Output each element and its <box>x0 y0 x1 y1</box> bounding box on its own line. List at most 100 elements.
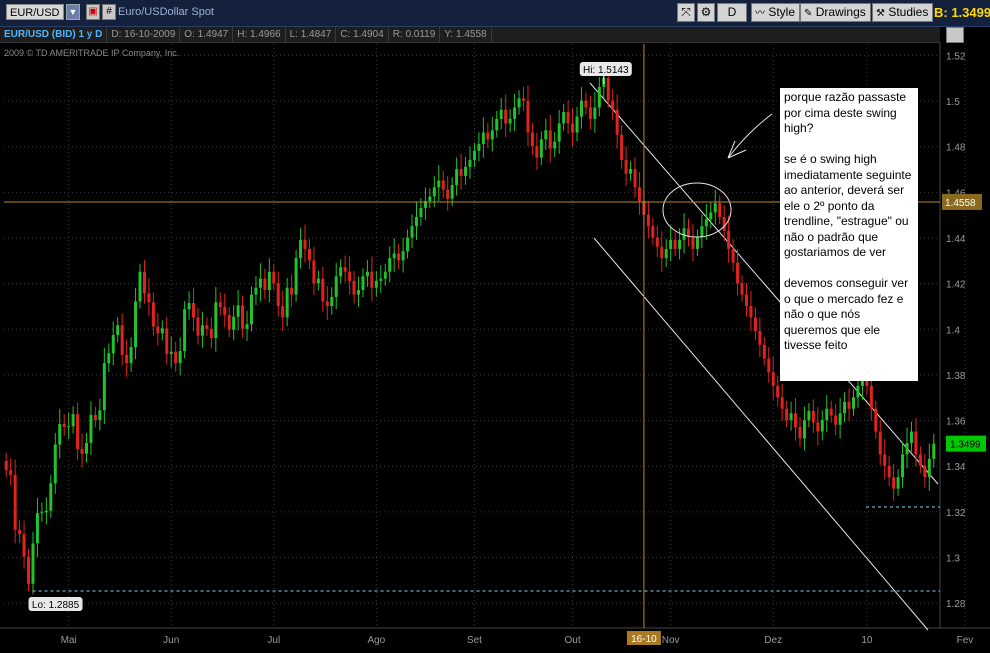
flag-icon[interactable]: ▣ <box>86 4 100 20</box>
candle-body <box>281 306 285 318</box>
candle <box>129 337 133 372</box>
candle-body <box>49 483 53 511</box>
symbol-input[interactable]: EUR/USD <box>6 4 64 20</box>
candle <box>125 339 129 377</box>
candle <box>294 250 298 302</box>
candle-body <box>18 529 22 535</box>
candle-body <box>428 196 432 202</box>
candle <box>316 270 320 291</box>
candle-body <box>84 442 88 454</box>
candle <box>62 414 66 436</box>
candle <box>147 277 151 317</box>
candle <box>374 271 378 297</box>
candle <box>486 122 490 149</box>
candle-body <box>816 422 820 432</box>
candle <box>102 347 106 425</box>
candle <box>321 266 325 312</box>
zoom-icon[interactable]: ⤧ <box>677 3 695 22</box>
candle-body <box>455 169 459 186</box>
candle <box>909 421 913 452</box>
candle <box>597 77 601 117</box>
candle <box>142 260 146 304</box>
candle <box>771 356 775 400</box>
candle-body <box>718 203 722 218</box>
candle-body <box>142 271 146 294</box>
bid-price: B: 1.3499 <box>934 5 990 20</box>
candle-body <box>673 239 677 249</box>
studies-button[interactable]: ⚒ Studies <box>872 3 934 22</box>
candle-body <box>464 166 468 176</box>
candle-body <box>437 180 441 188</box>
candle-body <box>704 219 708 227</box>
style-button[interactable]: 〰 Style <box>751 3 801 22</box>
candle <box>651 218 655 245</box>
candle-body <box>192 303 196 318</box>
candle-body <box>129 347 133 364</box>
candle <box>330 287 334 315</box>
candle-body <box>495 118 499 131</box>
hash-button[interactable]: # <box>102 4 116 20</box>
y-tick-label: 1.5 <box>946 97 960 108</box>
y-tick-label: 1.28 <box>946 599 966 610</box>
candle-body <box>838 413 842 425</box>
candle <box>883 439 887 480</box>
candle-body <box>232 316 236 330</box>
candle-body <box>883 454 887 466</box>
period-button[interactable]: D <box>717 3 747 22</box>
candle-body <box>504 109 508 124</box>
candle-body <box>325 301 329 307</box>
candle-body <box>67 426 71 428</box>
candle <box>780 383 784 421</box>
candle <box>383 263 387 286</box>
candle-body <box>120 325 124 355</box>
candle <box>843 392 847 423</box>
candle-body <box>557 123 561 142</box>
candle-body <box>762 344 766 359</box>
candle-body <box>200 325 204 336</box>
candle-body <box>727 230 731 249</box>
candle-body <box>593 107 597 119</box>
candle <box>749 290 753 332</box>
candle-body <box>490 130 494 140</box>
candle <box>472 142 476 168</box>
candle <box>428 188 432 209</box>
x-tick-label: Jul <box>267 635 280 646</box>
candle <box>481 117 485 158</box>
candle-body <box>834 415 838 425</box>
candle <box>513 93 517 131</box>
candle <box>272 263 276 291</box>
x-tick-label: Jun <box>163 635 179 646</box>
candle <box>633 157 637 198</box>
candle <box>209 317 213 349</box>
candle <box>713 189 717 225</box>
candle <box>223 293 227 328</box>
candle <box>58 408 62 459</box>
candle-body <box>392 253 396 259</box>
y-tick-label: 1.42 <box>946 280 966 291</box>
candle <box>205 317 209 337</box>
candle <box>138 263 142 309</box>
candle-body <box>807 411 811 421</box>
candle <box>410 214 414 249</box>
drawings-button[interactable]: ✎ Drawings <box>800 3 871 22</box>
candle <box>27 548 31 591</box>
candle <box>388 246 392 283</box>
candle-body <box>905 442 909 455</box>
candle-body <box>40 512 44 514</box>
hi-label: Hi: 1.5143 <box>579 62 632 84</box>
style-icon: 〰 <box>755 8 765 19</box>
lo-label-text: Lo: 1.2885 <box>32 600 80 611</box>
candle-body <box>58 424 62 445</box>
candle <box>312 246 316 296</box>
info-y: Y: 1.4558 <box>440 27 492 42</box>
settings-icon[interactable]: ⚙ <box>697 3 715 22</box>
chart-options-icon[interactable] <box>946 27 964 43</box>
candle <box>339 259 343 284</box>
candle-body <box>196 317 200 336</box>
candle <box>120 313 124 366</box>
candle-body <box>544 130 548 140</box>
symbol-dropdown-icon[interactable]: ▼ <box>66 4 80 20</box>
candle <box>107 343 111 372</box>
info-symbol: EUR/USD (BID) 1 y D <box>0 27 108 42</box>
candle-body <box>53 444 57 484</box>
